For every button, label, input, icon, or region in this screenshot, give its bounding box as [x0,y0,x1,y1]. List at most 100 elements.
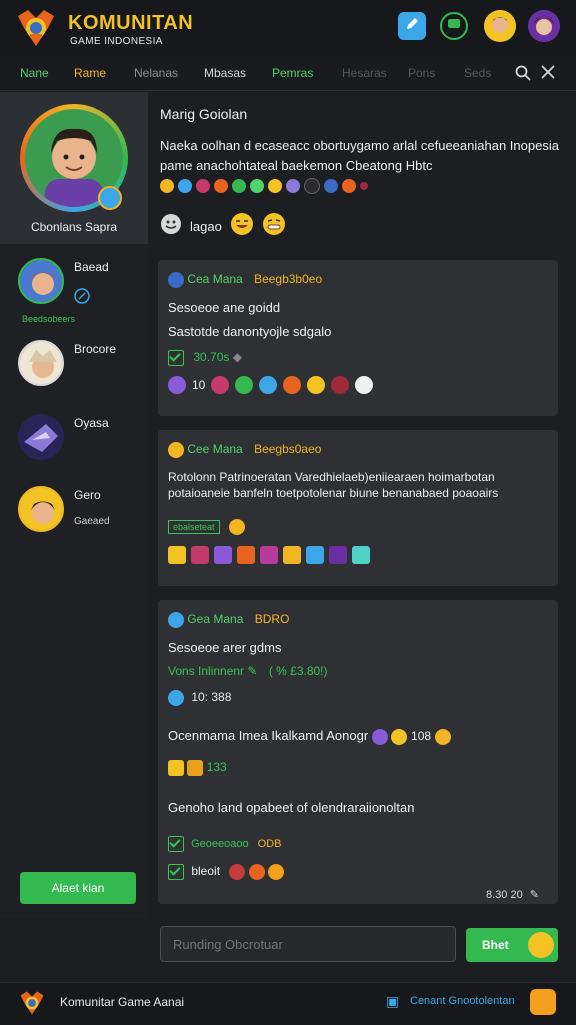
reaction-icon[interactable] [235,376,254,394]
laugh-emoji-icon[interactable] [230,212,254,241]
reaction-icon[interactable] [352,546,370,564]
send-button[interactable]: Bhet [466,928,558,962]
author-avatar-icon[interactable] [168,272,184,288]
edit-button[interactable] [398,12,426,40]
tab-1[interactable]: Rame [74,66,106,80]
post-count-2: 133 [206,760,227,775]
post-line: Sesoeoe arer gdms [168,640,282,655]
smile-icon[interactable] [160,213,182,240]
contact-name: Baead [74,260,109,274]
reaction-icon[interactable] [211,376,230,394]
tab-2[interactable]: Nelanas [134,66,178,80]
send-label: Bhet [482,938,509,952]
avatar [18,340,64,386]
leaf-icon [232,179,246,193]
check-icon[interactable] [168,836,184,852]
reaction-icon[interactable] [168,376,186,394]
reaction-icon[interactable] [168,760,184,776]
settings-icon[interactable] [530,989,556,1015]
author-avatar-icon[interactable] [168,612,184,628]
post-reactions: 10 [168,376,374,394]
main-nav: Nane Rame Nelanas Mbasas Pemras Hesaras … [0,56,576,91]
profile-name: Cbonlans Sapra [30,220,118,234]
reaction-icon[interactable] [187,760,204,776]
tab-5[interactable]: Hesaras [342,66,387,80]
post-line: Rotolonn Patrinoeratan Varedhielaeb)enii… [168,470,495,484]
reply-input[interactable] [160,926,456,962]
post-author[interactable]: Cee Mana [187,442,242,456]
contact-name: Oyasa [74,416,109,430]
contact-sub: Beedsobeers [22,314,76,324]
close-icon[interactable] [540,64,556,85]
post-time: Beegb3b0eo [254,272,323,287]
heart-icon [196,179,210,193]
tab-6[interactable]: Pons [408,66,435,80]
reaction-icon[interactable] [248,864,265,880]
reaction-icon[interactable] [283,546,301,564]
contact-name: Brocore [74,342,117,356]
reaction-icon[interactable] [355,376,374,394]
user-avatar[interactable] [484,10,516,42]
post-time-row: 10: 388 [168,690,231,706]
reaction-icon[interactable] [237,546,255,564]
tab-0[interactable]: Nane [20,66,49,80]
emoji-strip [160,178,368,194]
post-stamp-row: 8.30 20 ✎ [486,888,539,901]
reaction-icon[interactable] [191,546,209,564]
app-subtitle: GAME INDONESIA [70,36,163,47]
pencil-icon[interactable]: ✎ [530,889,539,901]
reaction-count: 10 [192,378,206,392]
clock-icon [168,690,184,706]
reaction-icon[interactable] [268,864,285,880]
search-icon[interactable] [514,64,532,87]
tab-4[interactable]: Pemras [272,66,313,80]
reaction-icon[interactable] [331,376,350,394]
app-title: KOMUNITAN [68,12,194,34]
chat-button[interactable] [440,12,468,40]
footer-right-label[interactable]: Cenant Gnootolentan [410,995,515,1007]
star-icon [268,179,282,193]
post-author[interactable]: Gea Mana [187,612,243,626]
check-icon[interactable] [168,864,184,880]
reaction-icon[interactable] [306,546,324,564]
reaction-icon[interactable] [391,728,408,745]
reaction-icon[interactable] [229,864,246,880]
pencil-icon [404,16,420,37]
tab-7[interactable]: Seds [464,66,491,80]
notifications-avatar[interactable] [528,10,560,42]
post-meta-row: 30.70s ◆ [168,350,242,366]
post-quote-row: Vons Inlinnenr ✎ ( % £3.80!) [168,664,328,678]
intro-title: Marig Goiolan [160,106,248,122]
emoji-icon[interactable] [434,728,451,745]
gem-icon [178,179,192,193]
post-reactions [168,546,370,564]
sword-icon [286,179,300,193]
fire-icon [214,179,228,193]
reaction-icon[interactable] [214,546,232,564]
sidebar-action-button[interactable]: Alaet kian [20,872,136,904]
contact-item[interactable]: Gero Gaeaed [18,486,148,546]
contact-item[interactable]: Baead Beedsobeers [18,258,148,324]
reaction-icon[interactable] [168,546,186,564]
contact-name: Gero [74,488,101,502]
post-author[interactable]: Cea Mana [187,272,242,286]
reaction-icon[interactable] [259,376,278,394]
contact-item[interactable]: Oyasa [18,414,148,474]
contact-item[interactable]: Brocore [18,340,148,400]
reaction-icon[interactable] [371,728,388,745]
tab-3[interactable]: Mbasas [204,66,246,80]
reaction-icon[interactable] [329,546,347,564]
reaction-icon[interactable] [260,546,278,564]
grin-emoji-icon[interactable] [262,212,286,241]
reaction-icon[interactable] [307,376,326,394]
post-line-2-count: 108 [411,729,432,743]
reaction-icon[interactable] [283,376,302,394]
post-meta[interactable]: ebalseteat [168,520,220,534]
check-icon[interactable] [168,350,184,366]
author-avatar-icon[interactable] [168,442,184,458]
avatar [18,258,64,304]
post-time-2: 10: 388 [191,690,232,705]
profile-card[interactable]: Cbonlans Sapra [0,92,148,244]
footer-left-label[interactable]: Komunitar Game Aanai [60,995,184,1009]
post-line-2: Ocenmama Imea Ikalkamd Aonogr [168,728,369,743]
